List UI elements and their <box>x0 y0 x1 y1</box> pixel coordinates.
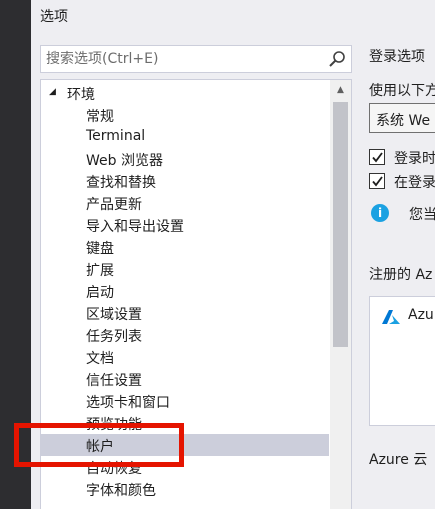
checkmark-icon <box>372 176 383 187</box>
checkbox-1[interactable] <box>369 149 385 165</box>
tree-item-label: 键盘 <box>86 241 114 257</box>
info-text: 您当 <box>409 207 435 223</box>
checkmark-icon <box>372 152 383 163</box>
tree-item[interactable]: 字体和颜色 <box>41 478 329 500</box>
tree-item[interactable]: 查找和替换 <box>41 170 329 192</box>
scroll-thumb[interactable] <box>333 102 348 347</box>
tree-item-label: 帐户 <box>86 439 114 455</box>
tree-item-label: 文档 <box>86 351 114 367</box>
registered-azure-label: 注册的 Az <box>369 267 433 283</box>
search-box[interactable] <box>40 45 352 73</box>
tree-item-label: 启动 <box>86 285 114 301</box>
tree-item[interactable]: 区域设置 <box>41 302 329 324</box>
tree-item-label: 选项卡和窗口 <box>86 395 170 411</box>
tree-item-label: 扩展 <box>86 263 114 279</box>
tree-item[interactable]: 选项卡和窗口 <box>41 390 329 412</box>
dialog-title: 选项 <box>40 9 68 25</box>
tree-item-label: 预览功能 <box>86 417 142 433</box>
tree-item-label: Web 浏览器 <box>86 153 163 169</box>
tree-item-label: 产品更新 <box>86 197 142 213</box>
azure-logo-icon <box>382 310 400 324</box>
tree-item[interactable]: 常规 <box>41 104 329 126</box>
tree-item[interactable]: 任务列表 <box>41 324 329 346</box>
tree-scrollbar[interactable]: ▲ <box>330 80 351 509</box>
search-icon[interactable] <box>328 50 346 68</box>
tree-item[interactable]: 信任设置 <box>41 368 329 390</box>
tree-item[interactable]: 预览功能 <box>41 412 329 434</box>
search-input[interactable] <box>41 46 323 72</box>
expanded-arrow-icon[interactable]: ◢ <box>49 87 56 97</box>
tree-item-label: 任务列表 <box>86 329 142 345</box>
scroll-up-arrow-icon[interactable]: ▲ <box>330 80 351 100</box>
checkbox-1-label: 登录时 <box>394 151 435 167</box>
login-options-title: 登录选项 <box>369 49 425 65</box>
checkbox-2-label: 在登录 <box>394 175 435 191</box>
tree-item[interactable]: 自动恢复 <box>41 456 329 478</box>
tree-item-label: 信任设置 <box>86 373 142 389</box>
tree-item[interactable]: 键盘 <box>41 236 329 258</box>
tree-item-label: 导入和导出设置 <box>86 219 184 235</box>
tree-item-label: 自动恢复 <box>86 461 142 477</box>
tree-item[interactable]: Terminal <box>41 126 329 148</box>
tree-item[interactable]: Web 浏览器 <box>41 148 329 170</box>
tree-item-label: 区域设置 <box>86 307 142 323</box>
options-tree: ◢ 环境 常规 Terminal Web 浏览器 查找和替换产品更新导入和导出设置 键盘… <box>40 79 352 509</box>
info-icon: i <box>371 204 389 222</box>
browser-select-value: 系统 We <box>376 113 431 129</box>
tree-item[interactable]: 导入和导出设置 <box>41 214 329 236</box>
tree-item[interactable]: 启动 <box>41 280 329 302</box>
tree-item[interactable]: 产品更新 <box>41 192 329 214</box>
tree-item-label: Terminal <box>86 128 146 144</box>
tree-node-environment[interactable]: ◢ 环境 <box>41 82 331 104</box>
tree-item[interactable]: 文档 <box>41 346 329 368</box>
azure-cloud-label: Azure 云 <box>369 452 428 468</box>
browser-select[interactable]: 系统 We <box>369 103 435 133</box>
tree-item[interactable]: 帐户 <box>41 434 329 456</box>
tree-item-label: 查找和替换 <box>86 175 156 191</box>
tree-item-label: 字体和颜色 <box>86 483 156 499</box>
registered-accounts-list: Azu <box>369 296 435 426</box>
tree-item[interactable]: 扩展 <box>41 258 329 280</box>
background-left <box>0 0 31 509</box>
checkbox-2[interactable] <box>369 173 385 189</box>
use-following-label: 使用以下方 <box>369 83 435 99</box>
tree-item-label: 常规 <box>86 109 114 125</box>
